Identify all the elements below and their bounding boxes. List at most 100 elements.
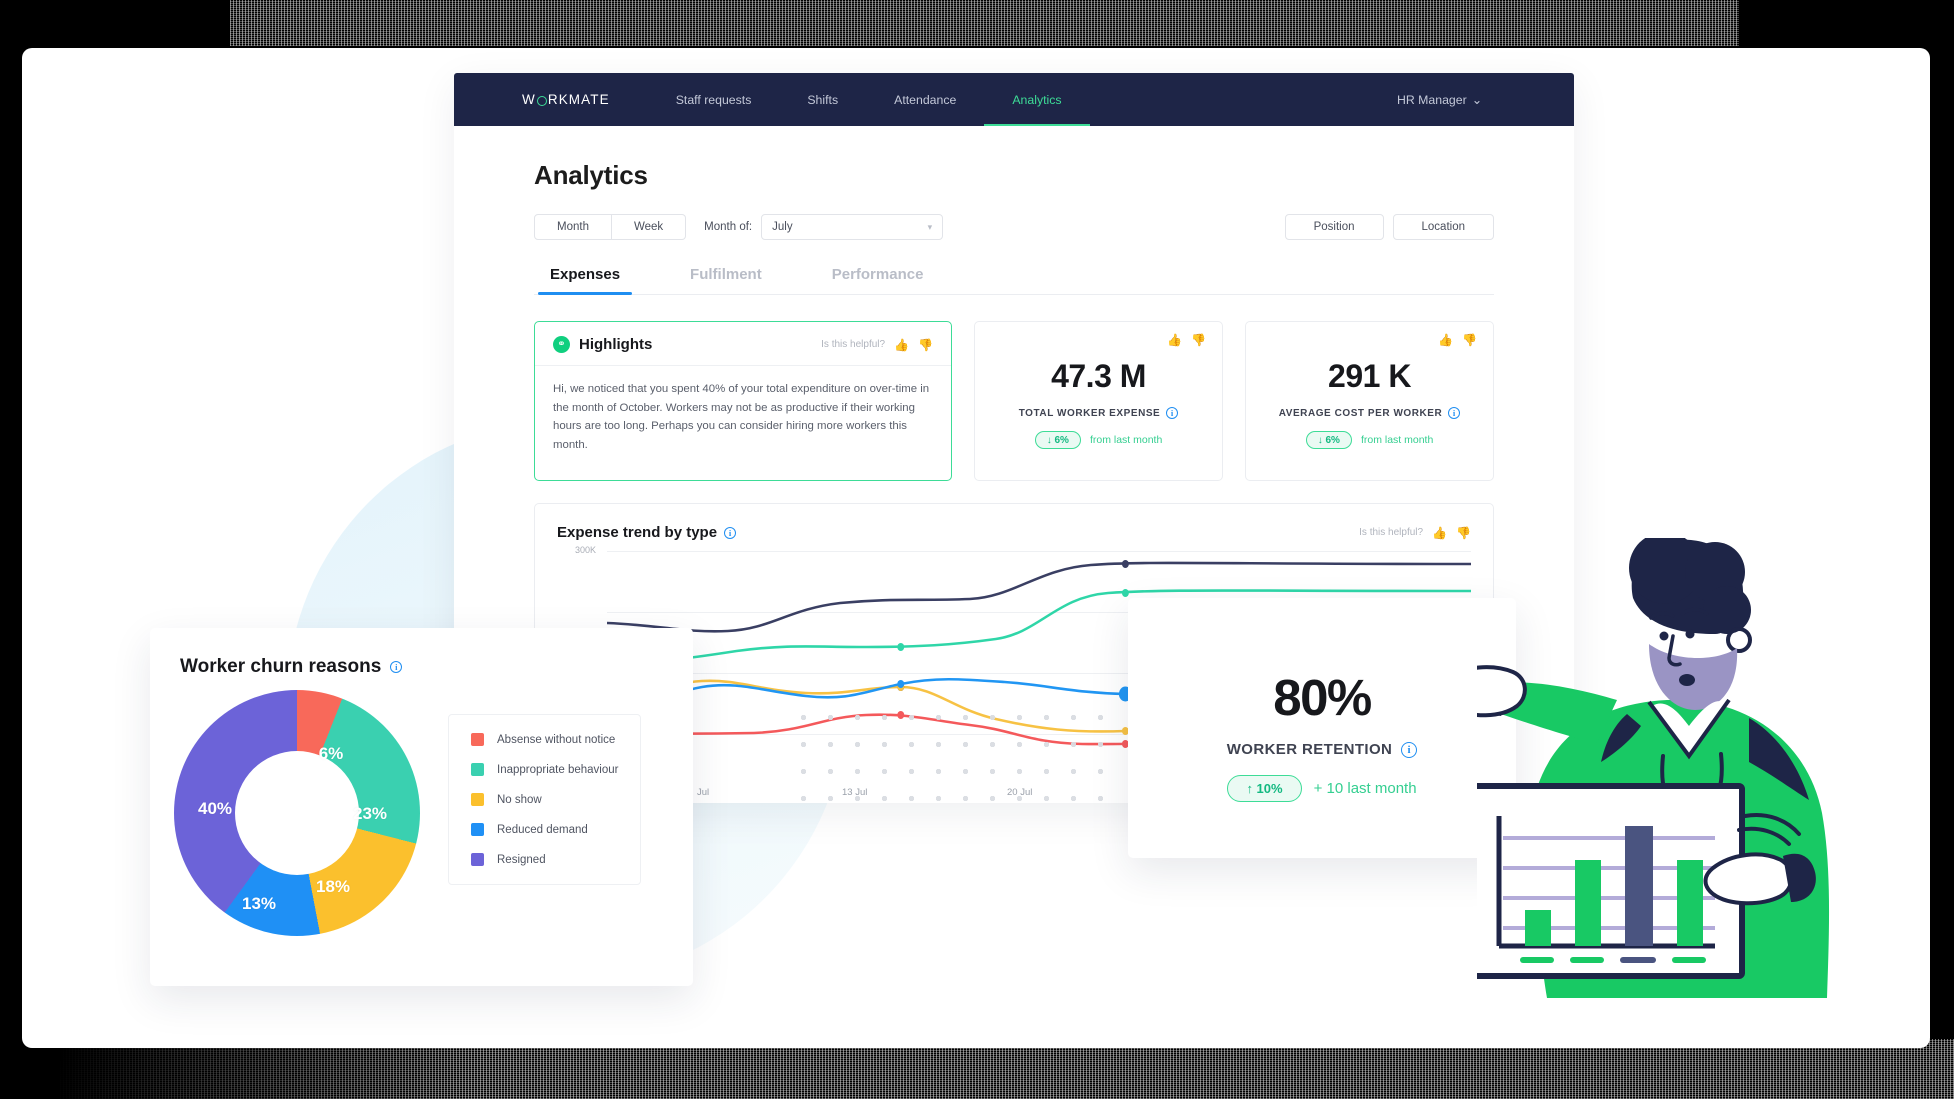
stat-value: 291 K xyxy=(1328,358,1411,394)
helpful-feedback: Is this helpful? 👍 👎 xyxy=(1359,527,1471,539)
retention-label-text: WORKER RETENTION xyxy=(1226,741,1393,758)
noise-texture-top xyxy=(230,0,1739,46)
nav-items: Staff requests Shifts Attendance Analyti… xyxy=(648,73,1090,126)
worker-churn-body: 6% 23% 18% 13% 40% Absense without notic… xyxy=(174,690,663,936)
retention-label: WORKER RETENTION i xyxy=(1227,741,1418,758)
thumbs-up-icon[interactable]: 👍 xyxy=(1438,334,1453,346)
x-axis-tick: Jul xyxy=(697,787,710,798)
thumbs-down-icon[interactable]: 👎 xyxy=(1456,527,1471,539)
stat-delta-row: ↓ 6% from last month xyxy=(1305,431,1433,449)
highlights-body: Hi, we noticed that you spent 40% of you… xyxy=(553,383,930,451)
retention-delta-row: ↑ 10% + 10 last month xyxy=(1227,775,1417,802)
legend-item[interactable]: Absense without notice xyxy=(471,733,618,746)
week-toggle-button[interactable]: Week xyxy=(611,214,687,240)
presenter-illustration xyxy=(1477,538,1830,998)
highlights-header: ⚭ Highlights Is this helpful? 👍 👎 xyxy=(535,322,951,366)
thumbs-up-icon[interactable]: 👍 xyxy=(894,339,909,351)
legend-swatch-icon xyxy=(471,823,484,836)
status-badge: ↑ 10% xyxy=(1227,775,1302,802)
helpful-feedback: Is this helpful? 👍 👎 xyxy=(821,339,933,351)
nav-item-analytics[interactable]: Analytics xyxy=(984,73,1090,126)
position-button[interactable]: Position xyxy=(1284,214,1384,240)
helpful-label: Is this helpful? xyxy=(821,339,886,350)
data-point xyxy=(1121,589,1129,597)
thumbs-up-icon[interactable]: 👍 xyxy=(1167,334,1182,346)
thumbs-down-icon[interactable]: 👎 xyxy=(918,339,933,351)
highlights-card: ⚭ Highlights Is this helpful? 👍 👎 Hi, we… xyxy=(534,321,952,481)
legend-label: Resigned xyxy=(497,853,546,866)
data-point xyxy=(1121,560,1129,568)
expense-trend-title: Expense trend by type i xyxy=(557,524,737,541)
stat-delta-note: from last month xyxy=(1089,434,1163,446)
nav-label: Shifts xyxy=(807,92,839,107)
expense-trend-header: Expense trend by type i Is this helpful?… xyxy=(535,504,1493,541)
donut-slice-label: 23% xyxy=(352,804,388,823)
top-navbar: W RKMATE Staff requests Shifts Attendanc… xyxy=(454,73,1574,126)
tab-performance[interactable]: Performance xyxy=(820,266,936,294)
workmate-logo[interactable]: W RKMATE xyxy=(522,92,610,107)
stat-card-total-worker-expense: 👍 👎 47.3 M TOTAL WORKER EXPENSE i ↓ 6% f… xyxy=(974,321,1223,481)
illustration-bar-3 xyxy=(1625,826,1653,946)
legend-item[interactable]: Resigned xyxy=(471,853,618,866)
legend-item[interactable]: No show xyxy=(471,793,618,806)
nav-item-shifts[interactable]: Shifts xyxy=(779,73,866,126)
info-icon[interactable]: i xyxy=(1401,741,1418,758)
nav-item-attendance[interactable]: Attendance xyxy=(866,73,984,126)
user-menu[interactable]: HR Manager ⌄ xyxy=(1397,93,1482,107)
stat-label: AVERAGE COST PER WORKER i xyxy=(1279,407,1461,419)
legend-label: Absense without notice xyxy=(497,733,616,746)
logo-o-ring-icon xyxy=(536,95,547,106)
month-of-label: Month of: xyxy=(704,221,753,233)
illustration-eye-right xyxy=(1685,629,1695,639)
thumbs-down-icon[interactable]: 👎 xyxy=(1462,334,1477,346)
stat-value: 47.3 M xyxy=(1051,358,1146,394)
info-icon[interactable]: i xyxy=(1166,407,1179,419)
month-select[interactable]: July ▾ xyxy=(761,214,944,240)
decorative-dot-grid xyxy=(790,704,1110,803)
legend-label: No show xyxy=(497,793,542,806)
donut-slice-label: 6% xyxy=(318,744,344,763)
trend-title-text: Expense trend by type xyxy=(557,524,718,541)
worker-churn-title: Worker churn reasons i xyxy=(180,656,663,678)
data-point xyxy=(897,680,905,688)
chevron-down-icon: ⌄ xyxy=(1471,92,1482,107)
donut-slice-label: 40% xyxy=(197,799,233,818)
info-icon[interactable]: i xyxy=(724,526,737,539)
illustration-eye-left xyxy=(1659,631,1669,641)
helpful-feedback: 👍 👎 xyxy=(1167,334,1206,346)
noise-texture-bottom xyxy=(60,1039,1954,1099)
stat-label-text: TOTAL WORKER EXPENSE xyxy=(1018,407,1161,419)
location-button[interactable]: Location xyxy=(1392,214,1494,240)
helpful-label: Is this helpful? xyxy=(1359,527,1424,538)
dimension-buttons: Position Location xyxy=(1284,214,1494,240)
info-icon[interactable]: i xyxy=(1448,407,1461,419)
thumbs-down-icon[interactable]: 👎 xyxy=(1191,334,1206,346)
legend-item[interactable]: Inappropriate behaviour xyxy=(471,763,618,776)
donut-hole xyxy=(235,751,359,875)
retention-delta-note: + 10 last month xyxy=(1313,780,1417,797)
legend-item[interactable]: Reduced demand xyxy=(471,823,618,836)
nav-label: Analytics xyxy=(1012,92,1062,107)
tab-expenses[interactable]: Expenses xyxy=(538,266,633,295)
nav-item-staff-requests[interactable]: Staff requests xyxy=(648,73,780,126)
stat-label: TOTAL WORKER EXPENSE i xyxy=(1019,407,1179,419)
illustration-mouth xyxy=(1679,674,1695,686)
donut-chart: 6% 23% 18% 13% 40% xyxy=(174,690,420,936)
period-segmented-control: Month Week xyxy=(534,214,687,240)
stat-card-average-cost-per-worker: 👍 👎 291 K AVERAGE COST PER WORKER i ↓ 6%… xyxy=(1245,321,1494,481)
month-toggle-button[interactable]: Month xyxy=(534,214,612,240)
thumbs-up-icon[interactable]: 👍 xyxy=(1432,527,1447,539)
legend-label: Inappropriate behaviour xyxy=(497,763,619,776)
info-icon[interactable]: i xyxy=(390,661,403,673)
stat-label-text: AVERAGE COST PER WORKER xyxy=(1278,407,1443,419)
illustration-hair-side xyxy=(1703,586,1751,634)
legend-label: Reduced demand xyxy=(497,823,588,836)
helpful-feedback: 👍 👎 xyxy=(1438,334,1477,346)
legend-swatch-icon xyxy=(471,853,484,866)
tab-fulfilment[interactable]: Fulfilment xyxy=(678,266,774,294)
legend-swatch-icon xyxy=(471,733,484,746)
retention-value: 80% xyxy=(1273,669,1372,726)
user-menu-label: HR Manager xyxy=(1396,92,1467,107)
worker-churn-card: Worker churn reasons i 6% 23% 18% 13% 40… xyxy=(150,628,693,986)
worker-churn-title-text: Worker churn reasons xyxy=(180,656,382,677)
